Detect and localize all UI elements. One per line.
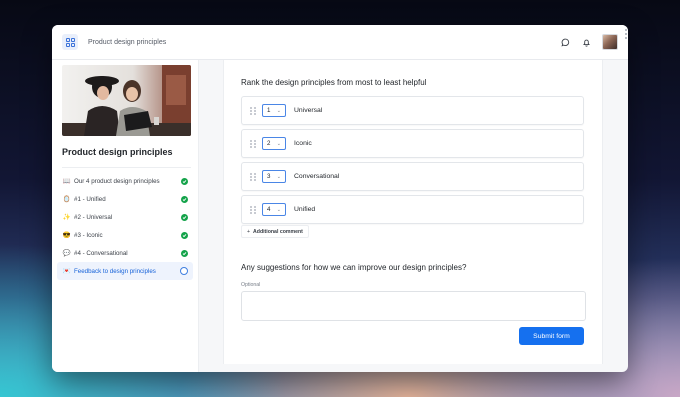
rank-question: Rank the design principles from most to … <box>241 78 427 87</box>
sidebar-item-label: Feedback to design principles <box>74 267 156 275</box>
rank-value: 2 <box>267 140 271 147</box>
plus-icon: + <box>247 228 251 235</box>
chevron-down-icon: ⌄ <box>276 206 281 213</box>
course-title: Product design principles <box>62 147 173 157</box>
optional-label: Optional <box>241 282 261 288</box>
mirror-icon: 🪞 <box>62 196 71 203</box>
check-circle-icon <box>181 195 188 203</box>
main-content: Rank the design principles from most to … <box>199 60 628 372</box>
rank-value: 3 <box>267 173 271 180</box>
apps-grid-icon[interactable] <box>62 34 78 50</box>
lesson-list: 📖 Our 4 product design principles 🪞 #1 -… <box>57 172 193 280</box>
check-circle-icon <box>181 249 188 257</box>
rank-value: 1 <box>267 107 271 114</box>
sidebar-item-overview[interactable]: 📖 Our 4 product design principles <box>57 172 193 190</box>
rank-select[interactable]: 3 ⌄ <box>262 170 286 183</box>
chevron-down-icon: ⌄ <box>276 173 281 180</box>
sidebar-item-universal[interactable]: ✨ #2 - Universal <box>57 208 193 226</box>
more-menu-icon[interactable] <box>625 29 627 39</box>
app-window: Product design principles Product design… <box>52 25 628 372</box>
suggestion-question: Any suggestions for how we can improve o… <box>241 263 467 272</box>
comment-icon[interactable] <box>560 37 570 47</box>
drag-handle-icon[interactable] <box>250 205 256 214</box>
rank-select[interactable]: 4 ⌄ <box>262 203 286 216</box>
love-letter-icon: 💌 <box>62 268 71 275</box>
add-comment-button[interactable]: + Additional comment <box>241 225 309 238</box>
sidebar-item-label: #4 - Conversational <box>74 249 128 257</box>
add-comment-label: Additional comment <box>253 228 303 235</box>
bell-icon[interactable] <box>581 37 591 47</box>
sidebar-item-label: #3 - Iconic <box>74 231 103 239</box>
sparkles-icon: ✨ <box>62 214 71 221</box>
feedback-form: Rank the design principles from most to … <box>223 60 603 364</box>
rank-item[interactable]: 3 ⌄ Conversational <box>241 162 584 191</box>
drag-handle-icon[interactable] <box>250 172 256 181</box>
course-cover-image <box>62 65 191 136</box>
avatar[interactable] <box>602 34 618 50</box>
page-title: Product design principles <box>88 38 167 46</box>
drag-handle-icon[interactable] <box>250 106 256 115</box>
chevron-down-icon: ⌄ <box>276 107 281 114</box>
submit-button[interactable]: Submit form <box>519 327 584 345</box>
sidebar: Product design principles 📖 Our 4 produc… <box>52 60 199 372</box>
sidebar-item-unified[interactable]: 🪞 #1 - Unified <box>57 190 193 208</box>
divider <box>62 167 191 168</box>
speech-bubble-icon: 💬 <box>62 250 71 257</box>
check-circle-icon <box>181 231 188 239</box>
rank-label: Unified <box>294 206 316 213</box>
rank-label: Universal <box>294 107 323 114</box>
rank-value: 4 <box>267 206 271 213</box>
rank-select[interactable]: 1 ⌄ <box>262 104 286 117</box>
check-circle-icon <box>181 213 188 221</box>
progress-circle-icon <box>180 267 188 275</box>
rank-item[interactable]: 1 ⌄ Universal <box>241 96 584 125</box>
drag-handle-icon[interactable] <box>250 139 256 148</box>
suggestion-textarea[interactable] <box>241 291 586 321</box>
rank-item[interactable]: 4 ⌄ Unified <box>241 195 584 224</box>
sidebar-item-feedback[interactable]: 💌 Feedback to design principles <box>57 262 193 280</box>
chevron-down-icon: ⌄ <box>276 140 281 147</box>
sidebar-item-label: Our 4 product design principles <box>74 177 160 185</box>
top-bar: Product design principles <box>52 25 628 60</box>
check-circle-icon <box>181 177 188 185</box>
book-icon: 📖 <box>62 178 71 185</box>
sidebar-item-label: #2 - Universal <box>74 213 113 221</box>
sidebar-item-conversational[interactable]: 💬 #4 - Conversational <box>57 244 193 262</box>
sunglasses-icon: 😎 <box>62 232 71 239</box>
rank-label: Conversational <box>294 173 340 180</box>
rank-item[interactable]: 2 ⌄ Iconic <box>241 129 584 158</box>
rank-select[interactable]: 2 ⌄ <box>262 137 286 150</box>
sidebar-item-iconic[interactable]: 😎 #3 - Iconic <box>57 226 193 244</box>
rank-label: Iconic <box>294 140 312 147</box>
sidebar-item-label: #1 - Unified <box>74 195 106 203</box>
